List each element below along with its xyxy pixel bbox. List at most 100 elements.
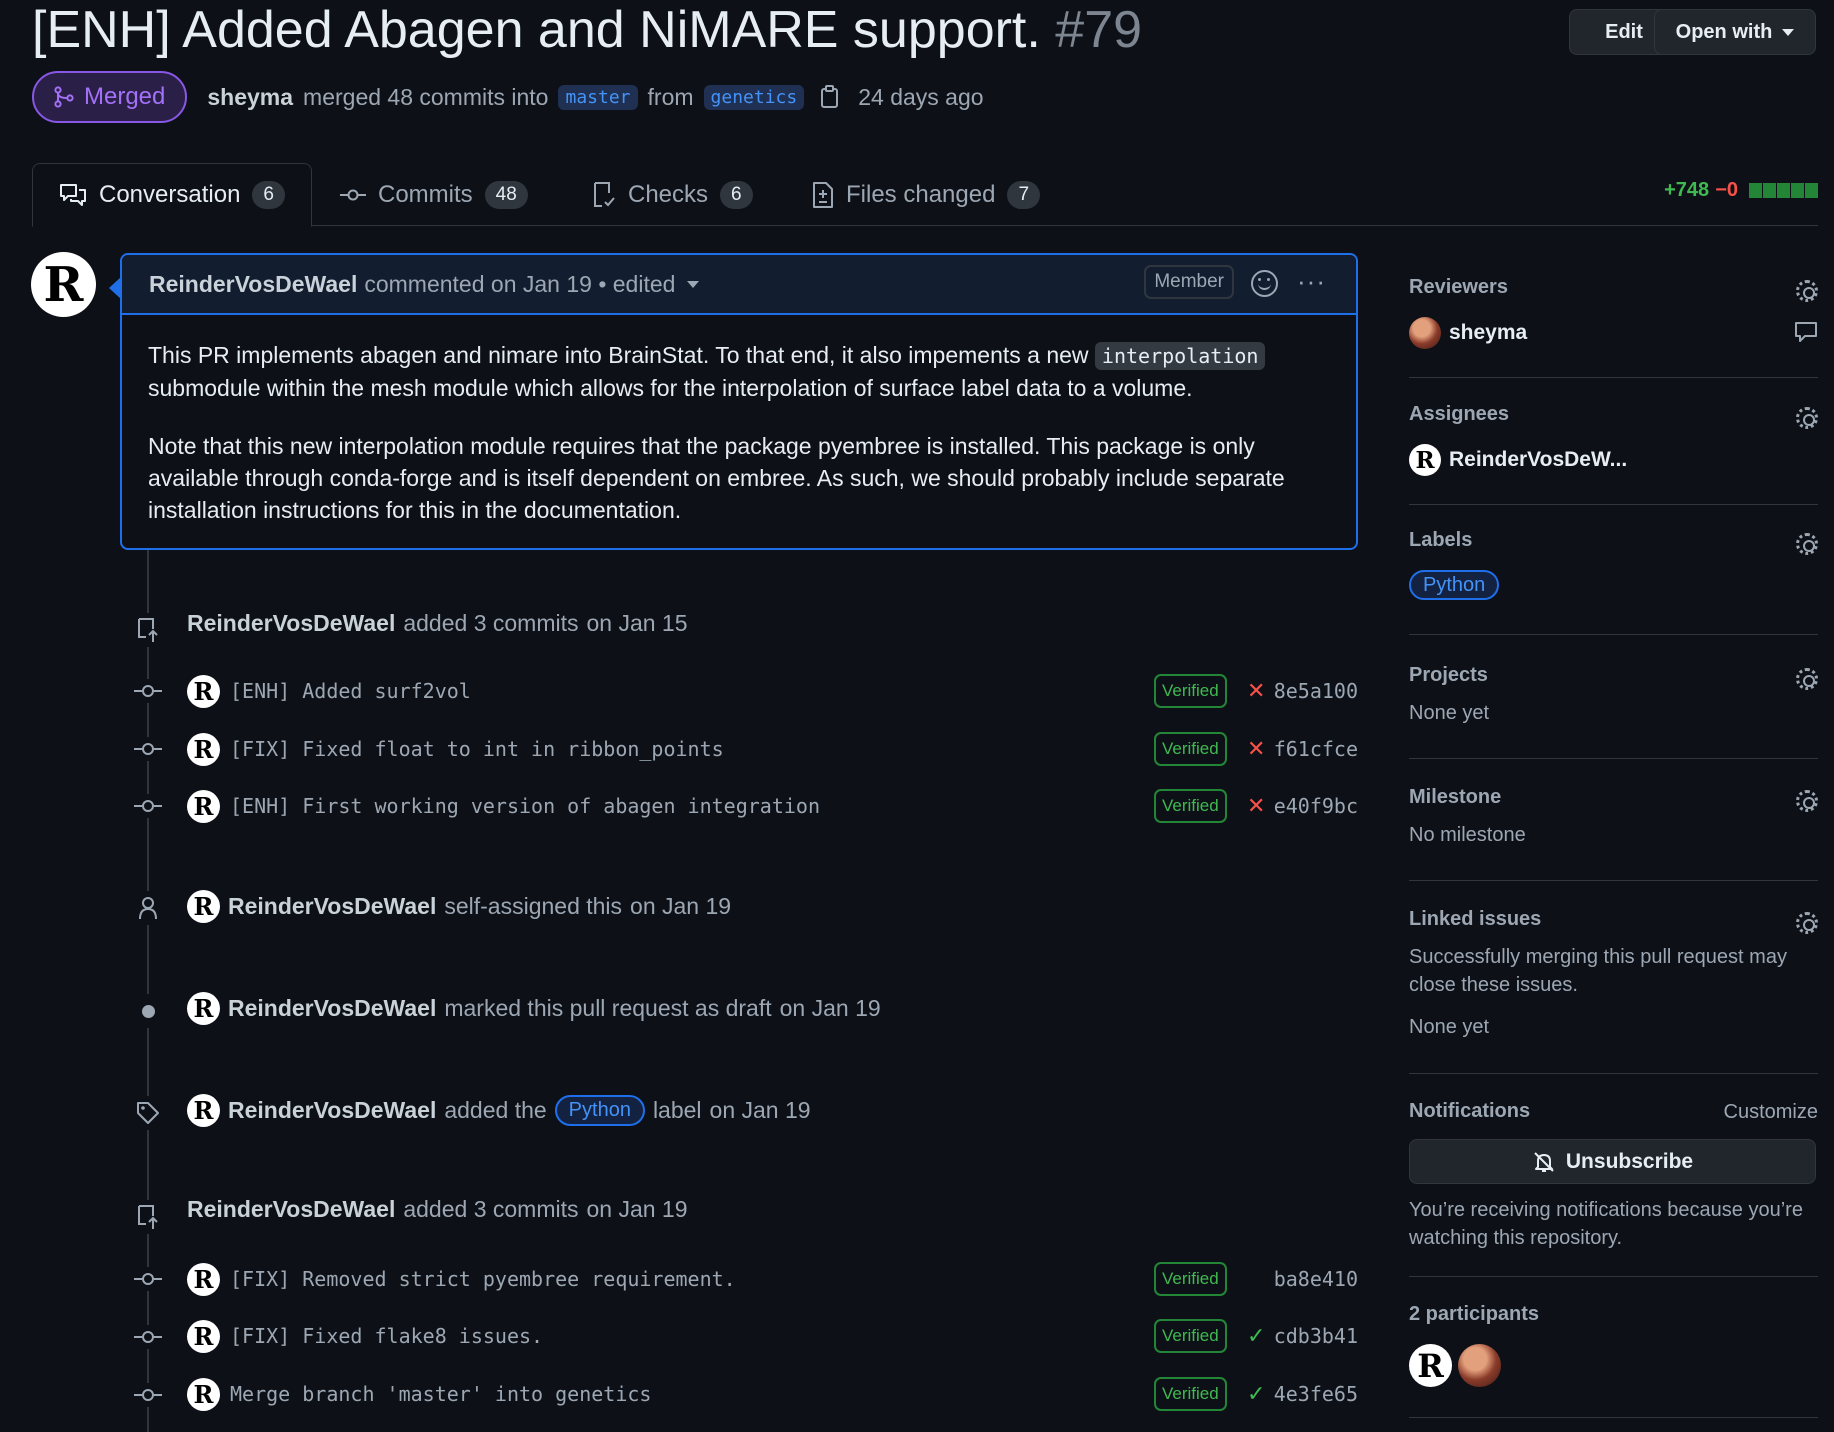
gear-icon[interactable] — [1796, 407, 1818, 429]
reviewer-avatar[interactable] — [1409, 317, 1441, 349]
commit-sha[interactable]: 4e3fe65 — [1274, 1382, 1358, 1406]
gear-icon[interactable] — [1796, 790, 1818, 812]
gear-icon[interactable] — [1796, 533, 1818, 555]
unsubscribe-button[interactable]: Unsubscribe — [1409, 1139, 1816, 1184]
comment-body: This PR implements abagen and nimare int… — [122, 315, 1356, 576]
tab-conversation[interactable]: Conversation 6 — [32, 163, 312, 227]
x-icon[interactable]: ✕ — [1247, 678, 1265, 704]
tab-commits[interactable]: Commits 48 — [340, 163, 528, 226]
event-author[interactable]: ReinderVosDeWael — [187, 610, 395, 637]
comment-paragraph-1: This PR implements abagen and nimare int… — [148, 339, 1330, 404]
event-author[interactable]: ReinderVosDeWael — [228, 995, 436, 1022]
event-date[interactable]: on Jan 19 — [780, 995, 881, 1022]
open-with-button[interactable]: Open with — [1654, 9, 1816, 55]
event-date[interactable]: on Jan 19 — [586, 1196, 687, 1223]
assignee-avatar[interactable]: R — [1409, 444, 1441, 476]
event-avatar[interactable]: R — [187, 1094, 220, 1127]
event-author[interactable]: ReinderVosDeWael — [228, 893, 436, 920]
sidebar-linked-issues-title[interactable]: Linked issues — [1409, 908, 1818, 931]
commit-author-avatar[interactable]: R — [187, 1262, 220, 1296]
verified-badge[interactable]: Verified — [1154, 1377, 1227, 1411]
reviewer-name[interactable]: sheyma — [1449, 321, 1527, 345]
event-date[interactable]: on Jan 19 — [630, 893, 731, 920]
event-author[interactable]: ReinderVosDeWael — [228, 1097, 436, 1124]
commit-row: R [FIX] Fixed flake8 issues. Verified ✓ … — [187, 1318, 1358, 1354]
sidebar-assignees-title[interactable]: Assignees — [1409, 403, 1818, 426]
commit-author-avatar[interactable]: R — [187, 789, 220, 823]
participant-avatar[interactable] — [1458, 1344, 1501, 1387]
verified-badge[interactable]: Verified — [1154, 1262, 1227, 1296]
check-icon[interactable]: ✓ — [1247, 1323, 1265, 1349]
customize-link[interactable]: Customize — [1724, 1098, 1818, 1126]
event-date[interactable]: on Jan 15 — [586, 610, 687, 637]
copy-icon[interactable] — [820, 85, 840, 109]
commit-sha[interactable]: ba8e410 — [1274, 1267, 1358, 1291]
commit-sha[interactable]: e40f9bc — [1274, 794, 1358, 818]
commit-message[interactable]: [FIX] Removed strict pyembree requiremen… — [230, 1267, 736, 1291]
commit-message[interactable]: Merge branch 'master' into genetics — [230, 1382, 651, 1406]
verified-badge[interactable]: Verified — [1154, 732, 1227, 766]
checklist-icon — [594, 181, 615, 207]
more-options-icon[interactable]: ··· — [1297, 266, 1326, 297]
verified-badge[interactable]: Verified — [1154, 674, 1227, 708]
add-reaction-icon[interactable] — [1251, 270, 1278, 297]
sidebar-participants: 2 participants R — [1409, 1303, 1818, 1418]
commit-author-avatar[interactable]: R — [187, 1377, 220, 1411]
x-icon[interactable]: ✕ — [1247, 793, 1265, 819]
comment-header: ReinderVosDeWael commented on Jan 19 • e… — [122, 255, 1356, 315]
assignee-name[interactable]: ReinderVosDeW... — [1449, 448, 1627, 472]
commit-message[interactable]: [ENH] Added surf2vol — [230, 679, 471, 703]
check-icon[interactable]: ✓ — [1247, 1381, 1265, 1407]
comment-author[interactable]: ReinderVosDeWael — [149, 271, 357, 298]
comment-p1-text-after: submodule within the mesh module which a… — [148, 375, 1193, 401]
merge-action-text: merged 48 commits into — [303, 83, 549, 110]
gear-icon[interactable] — [1796, 912, 1818, 934]
commit-sha[interactable]: 8e5a100 — [1274, 679, 1358, 703]
python-label[interactable]: Python — [554, 1095, 645, 1126]
sidebar-labels-title[interactable]: Labels — [1409, 529, 1818, 552]
tab-files-changed-count: 7 — [1007, 180, 1041, 209]
comment-author-avatar[interactable]: R — [31, 252, 96, 317]
python-label[interactable]: Python — [1409, 570, 1500, 600]
tab-files-changed[interactable]: Files changed 7 — [812, 163, 1041, 226]
comment-meta[interactable]: commented on Jan 19 • edited — [364, 271, 675, 298]
tab-checks[interactable]: Checks 6 — [592, 163, 753, 226]
gear-icon[interactable] — [1796, 280, 1818, 302]
bell-slash-icon — [1534, 1151, 1554, 1172]
comment-icon[interactable] — [1794, 320, 1818, 344]
inline-code: interpolation — [1094, 342, 1266, 370]
commits-added-event-2: ReinderVosDeWael added 3 commits on Jan … — [187, 1196, 688, 1223]
pr-description-comment: ReinderVosDeWael commented on Jan 19 • e… — [109, 253, 1358, 550]
verified-badge[interactable]: Verified — [1154, 789, 1227, 823]
tab-checks-label: Checks — [628, 180, 709, 208]
sidebar-milestone-title[interactable]: Milestone — [1409, 786, 1818, 809]
event-text-after: label — [652, 1097, 702, 1123]
sidebar-projects-title[interactable]: Projects — [1409, 664, 1818, 687]
commit-author-avatar[interactable]: R — [187, 732, 220, 766]
sidebar-reviewers-title[interactable]: Reviewers — [1409, 276, 1818, 299]
commit-message[interactable]: [ENH] First working version of abagen in… — [230, 794, 820, 818]
commit-author-avatar[interactable]: R — [187, 674, 220, 708]
sidebar-linked-issues: Linked issues Successfully merging this … — [1409, 908, 1818, 1074]
event-avatar[interactable]: R — [187, 992, 220, 1025]
event-date[interactable]: on Jan 19 — [710, 1097, 811, 1124]
event-avatar[interactable]: R — [187, 890, 220, 923]
base-branch[interactable]: master — [558, 84, 638, 110]
head-branch[interactable]: genetics — [703, 84, 805, 110]
event-author[interactable]: ReinderVosDeWael — [187, 1196, 395, 1223]
commit-row: R [ENH] Added surf2vol Verified ✕ 8e5a10… — [187, 673, 1358, 709]
git-commit-icon — [134, 679, 162, 703]
gear-icon[interactable] — [1796, 668, 1818, 690]
commit-message[interactable]: [FIX] Fixed float to int in ribbon_point… — [230, 737, 724, 761]
edit-history-caret-icon[interactable] — [687, 280, 700, 288]
commit-author-avatar[interactable]: R — [187, 1319, 220, 1353]
commit-message[interactable]: [FIX] Fixed flake8 issues. — [230, 1324, 543, 1348]
commit-sha[interactable]: cdb3b41 — [1274, 1324, 1358, 1348]
merger-name[interactable]: sheyma — [207, 84, 293, 111]
x-icon[interactable]: ✕ — [1247, 736, 1265, 762]
sidebar-projects: Projects None yet — [1409, 664, 1818, 759]
notification-reason: You’re receiving notifications because y… — [1409, 1199, 1803, 1249]
verified-badge[interactable]: Verified — [1154, 1319, 1227, 1353]
participant-avatar[interactable]: R — [1409, 1344, 1452, 1387]
commit-sha[interactable]: f61cfce — [1274, 737, 1358, 761]
